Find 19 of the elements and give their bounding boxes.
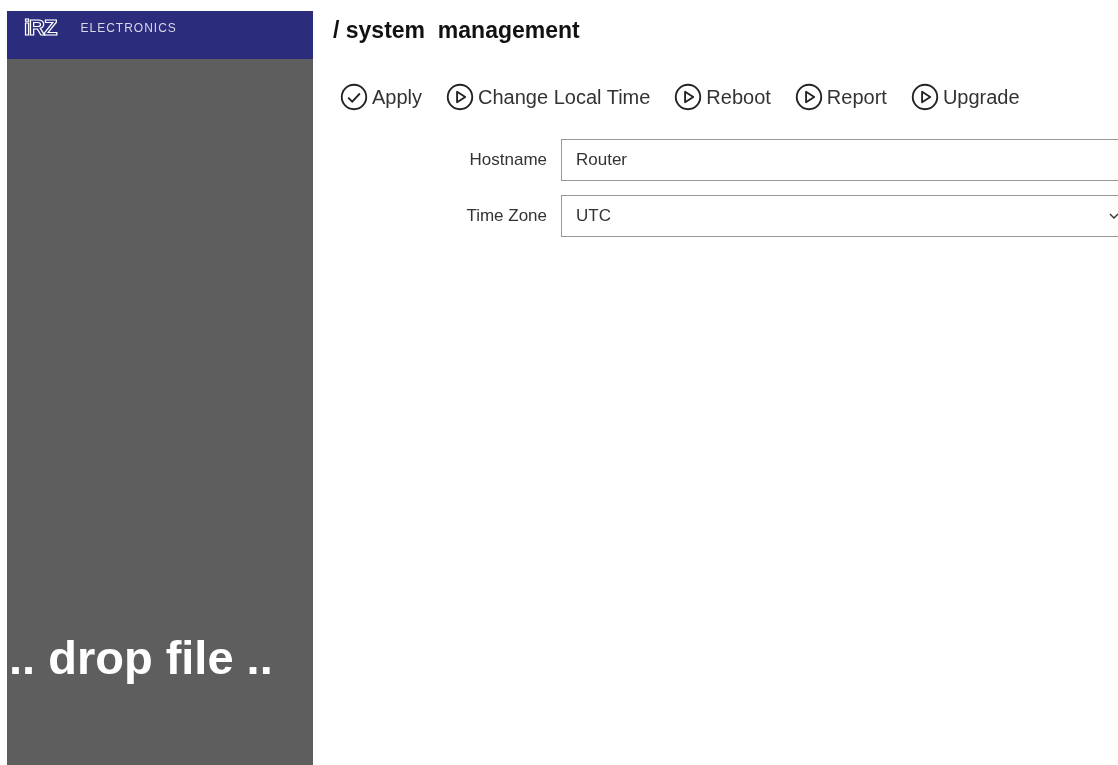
play-circle-icon — [446, 83, 475, 111]
play-circle-icon — [910, 83, 939, 111]
check-circle-icon — [340, 83, 368, 111]
page-title: / system management — [333, 17, 581, 44]
action-button[interactable]: Report — [794, 83, 887, 111]
chevron-down-icon — [1109, 212, 1118, 220]
play-circle-icon — [674, 83, 703, 111]
input-field[interactable]: Router — [561, 139, 1118, 181]
play-circle-icon — [794, 83, 823, 111]
action-button[interactable]: Change Local Time — [446, 83, 651, 111]
brand-name: ELECTRONICS — [80, 21, 177, 35]
select-field[interactable]: UTC — [561, 195, 1118, 237]
drop-zone-text: .. drop file .. — [8, 630, 274, 685]
action-button[interactable]: Upgrade — [910, 83, 1020, 111]
action-button[interactable]: Reboot — [674, 83, 771, 111]
field-label: Hostname — [468, 150, 547, 170]
field-label: Time Zone — [465, 206, 547, 226]
logo: iRZ — [24, 17, 57, 39]
action-button[interactable]: Apply — [340, 83, 423, 111]
